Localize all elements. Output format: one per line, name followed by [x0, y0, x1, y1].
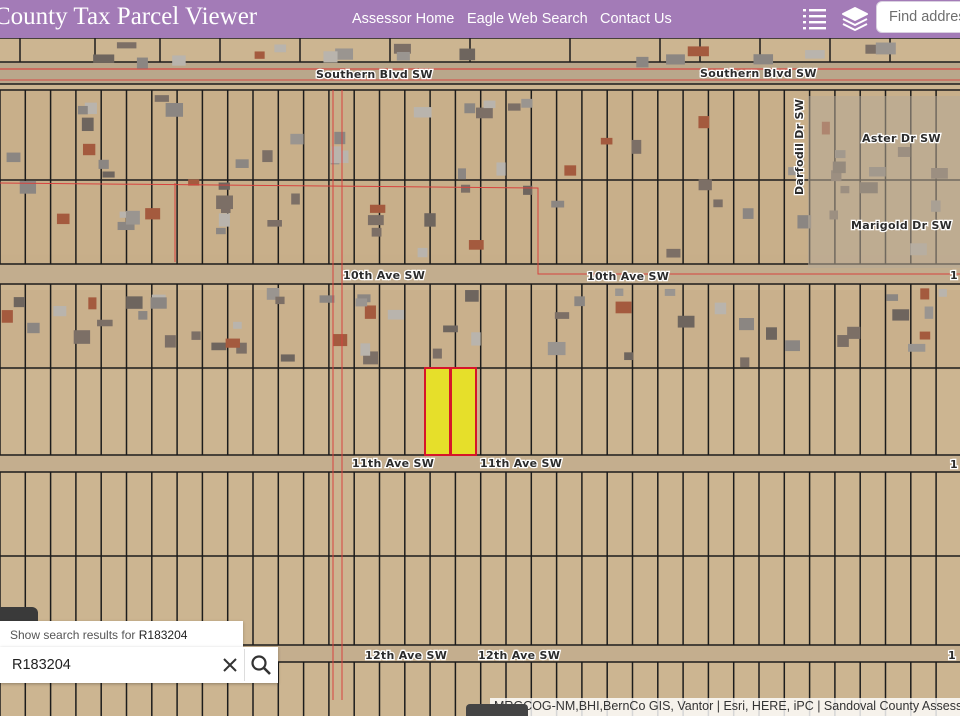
- panel-handle[interactable]: [466, 704, 528, 716]
- parcel-search-input[interactable]: [10, 656, 214, 674]
- find-address-box[interactable]: [876, 1, 960, 33]
- road-label-edge: 1: [950, 269, 958, 282]
- nav-eagle-web-search[interactable]: Eagle Web Search: [467, 11, 588, 27]
- find-address-input[interactable]: [887, 8, 960, 26]
- layers-icon[interactable]: [840, 4, 870, 34]
- aerial-map[interactable]: Southern Blvd SW Southern Blvd SW Aster …: [0, 38, 960, 716]
- road-label-12th-ave: 12th Ave SW: [365, 649, 447, 662]
- road-label-edge: 1: [950, 458, 958, 471]
- list-icon[interactable]: [800, 4, 830, 34]
- selected-parcels[interactable]: [424, 367, 477, 456]
- residential-block: [808, 96, 960, 268]
- road-label-darfodil: Darfodil Dr SW: [793, 99, 806, 195]
- road-label-southern-blvd-east: Southern Blvd SW: [700, 67, 817, 80]
- road-label-10th-ave-east: 10th Ave SW: [587, 270, 669, 283]
- road-label-southern-blvd: Southern Blvd SW: [316, 68, 433, 81]
- nav-assessor-home[interactable]: Assessor Home: [352, 11, 454, 27]
- selected-parcel[interactable]: [424, 367, 451, 456]
- road-label-marigold: Marigold Dr SW: [851, 219, 952, 232]
- road-label-edge: 1: [948, 649, 956, 662]
- map-view[interactable]: Southern Blvd SW Southern Blvd SW Aster …: [0, 38, 960, 716]
- map-attribution: MRGCOG-NM,BHI,BernCo GIS, Vantor | Esri,…: [490, 698, 960, 716]
- road-label-aster: Aster Dr SW: [862, 132, 941, 145]
- search-widget: [0, 647, 278, 683]
- app-header: County Tax Parcel Viewer Assessor Home E…: [0, 0, 960, 38]
- search-icon[interactable]: [244, 649, 277, 681]
- selected-parcel[interactable]: [450, 367, 477, 456]
- road-label-11th-ave: 11th Ave SW: [352, 457, 434, 470]
- app-title: County Tax Parcel Viewer: [0, 3, 258, 30]
- suggestion-term: R183204: [138, 628, 188, 642]
- close-icon[interactable]: [220, 655, 240, 675]
- road-label-11th-ave-east: 11th Ave SW: [480, 457, 562, 470]
- road-label-12th-ave-east: 12th Ave SW: [478, 649, 560, 662]
- road-label-10th-ave: 10th Ave SW: [343, 269, 425, 282]
- search-suggestion[interactable]: Show search results for R183204: [0, 621, 243, 647]
- nav-contact-us[interactable]: Contact Us: [600, 11, 672, 27]
- suggestion-prefix: Show search results for: [10, 628, 136, 642]
